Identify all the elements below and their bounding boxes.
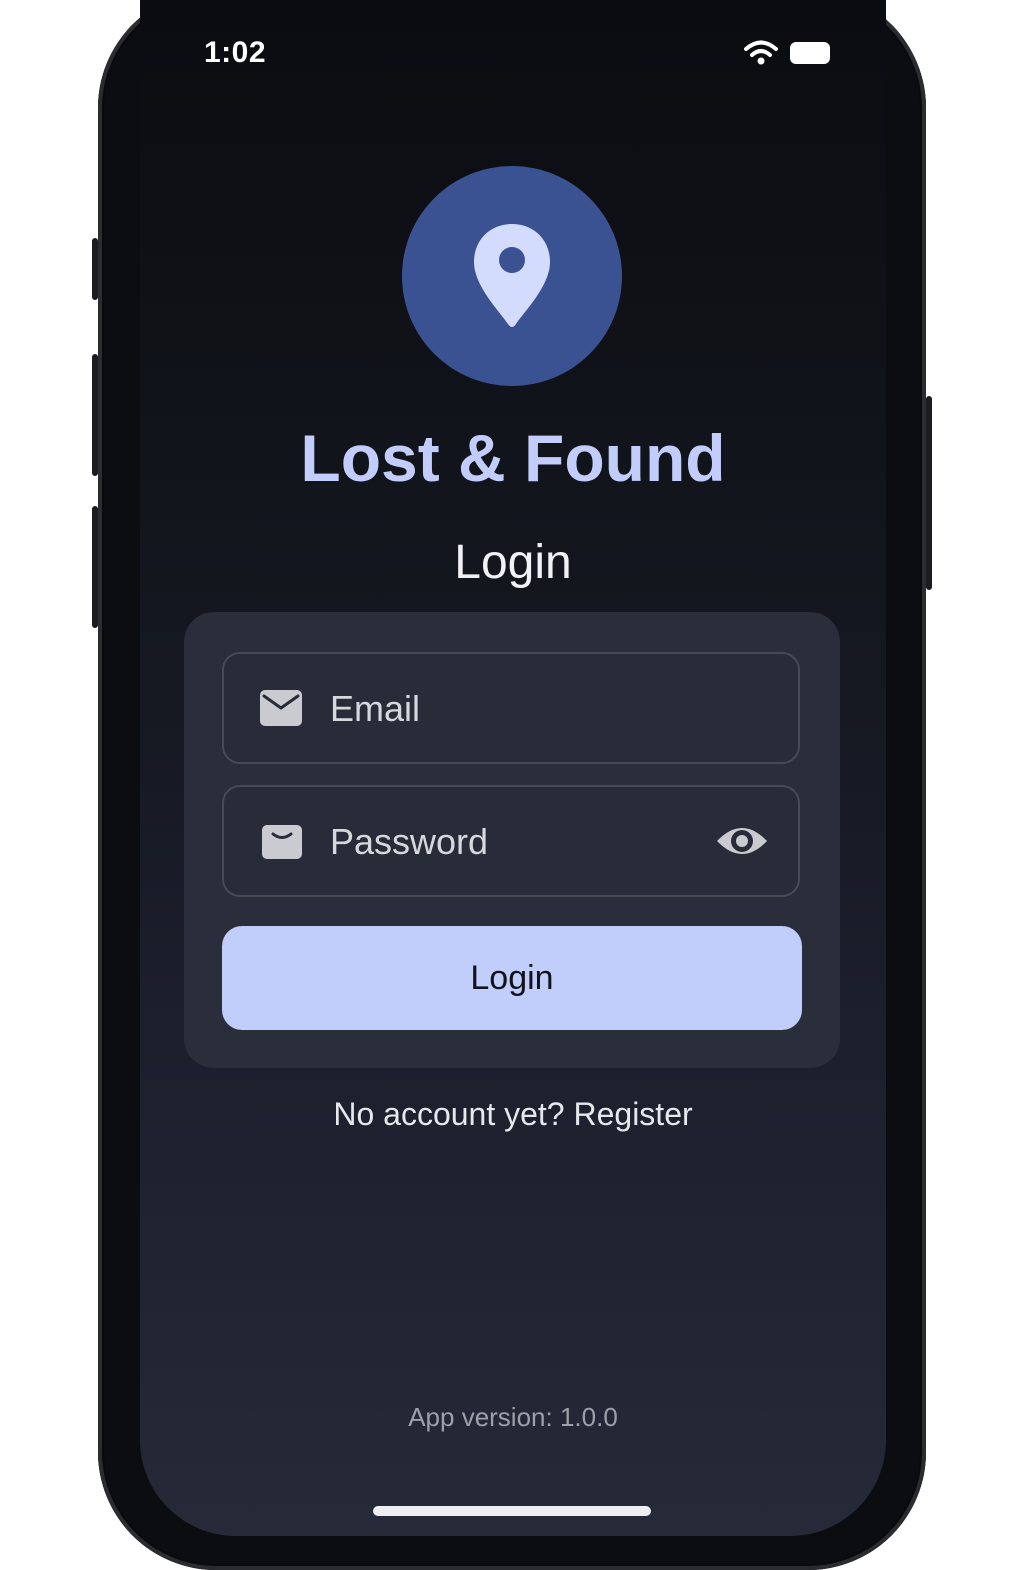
power-button [926,396,932,590]
location-pin-icon [474,224,550,327]
status-icons [744,40,830,66]
wifi-icon [744,40,778,65]
password-field[interactable] [222,785,800,897]
lock-icon [262,825,302,859]
home-indicator[interactable] [373,1506,651,1516]
email-field[interactable] [222,652,800,764]
app-title: Lost & Found [300,421,726,495]
password-input[interactable] [330,817,670,867]
login-button[interactable]: Login [222,926,802,1030]
volume-up-button [92,354,98,476]
mail-icon [260,690,302,726]
register-prompt: No account yet? Register [140,1096,886,1133]
status-time: 1:02 [204,36,267,69]
register-prompt-text: No account yet? [333,1096,565,1132]
app-logo [402,166,622,386]
app-screen: 1:02 Lost & Found Login Email Login No a… [140,0,886,1536]
login-card: Login [184,612,840,1068]
app-version: App version: 1.0.0 [408,1402,618,1432]
volume-down-button [92,506,98,628]
page-title: Login [454,536,572,589]
register-link[interactable]: Register [573,1096,692,1132]
email-input[interactable] [330,684,670,734]
battery-icon [790,42,830,64]
eye-icon[interactable] [714,821,770,861]
action-button [92,238,98,300]
